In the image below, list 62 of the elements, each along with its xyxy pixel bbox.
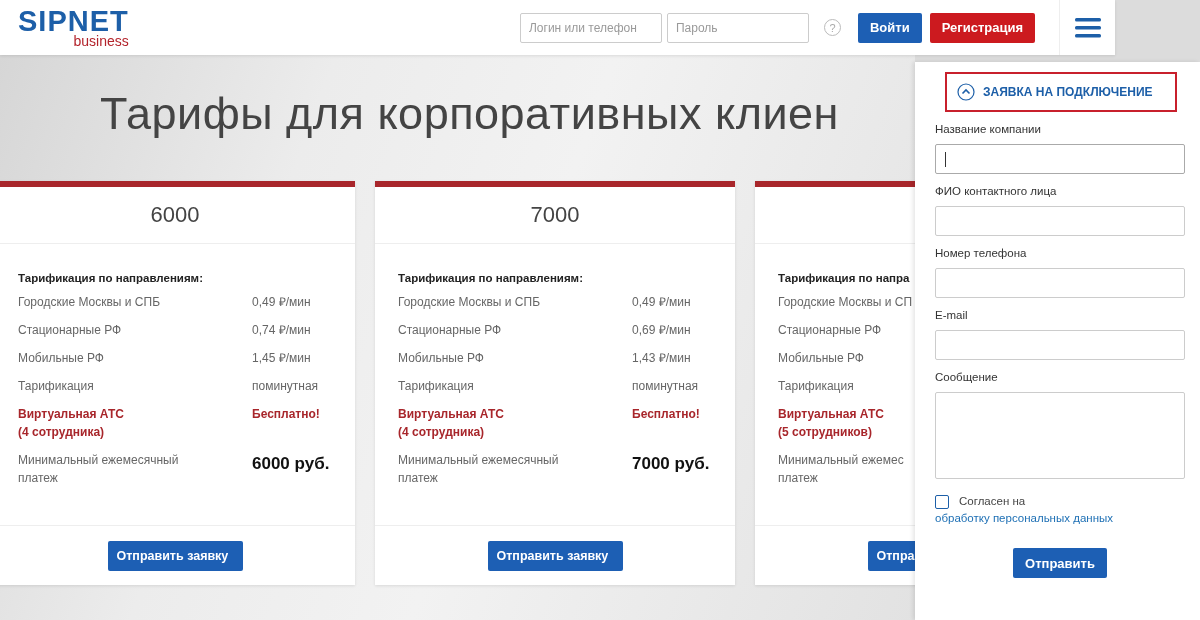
login-field[interactable]: Логин или телефон — [520, 12, 662, 43]
rate-label: Мобильные РФ — [778, 350, 865, 367]
input-field[interactable] — [935, 206, 1185, 236]
submit-button[interactable]: Отправить — [1013, 548, 1107, 578]
input-field[interactable] — [935, 268, 1185, 298]
input-field[interactable] — [935, 330, 1185, 360]
rate-label: Тарификация — [18, 378, 95, 395]
rate-label: Тарификация — [778, 378, 855, 395]
rate-label: Городские Москвы и СП — [778, 294, 914, 311]
rate-label: Тарификация — [398, 378, 475, 395]
rate-value: поминутная — [252, 378, 319, 395]
message-field[interactable] — [935, 392, 1185, 479]
consent-link[interactable]: обработку персональных данных — [935, 508, 1113, 528]
rate-value: 0,49 ₽/мин — [252, 294, 311, 311]
field-label: Сообщение — [935, 371, 999, 383]
login-button[interactable]: Войти — [858, 12, 922, 43]
pbx-label: Виртуальная АТС (5 сотрудников) — [778, 406, 885, 441]
consent-checkbox[interactable] — [935, 495, 949, 509]
register-button[interactable]: Регистрация — [929, 12, 1035, 43]
input-field[interactable] — [935, 144, 1185, 174]
rate-label: Стационарные РФ — [398, 322, 503, 339]
rate-value: 0,74 ₽/мин — [252, 322, 311, 339]
rate-label: Городские Москвы и СПБ — [398, 294, 541, 311]
logo[interactable]: SIPNET business — [18, 7, 129, 48]
request-toggle[interactable]: ЗАЯВКА НА ПОДКЛЮЧЕНИЕ — [945, 72, 1177, 112]
submit-request-button[interactable]: Отправить заявку — [487, 540, 623, 571]
tariff-name: 6000 — [150, 202, 200, 228]
consent-text: Согласен на — [959, 494, 1027, 509]
pbx-label: Виртуальная АТС (4 сотрудника) — [398, 406, 505, 441]
pbx-price: Бесплатно! — [632, 406, 700, 423]
password-field[interactable]: Пароль — [667, 12, 809, 43]
rate-value: 0,69 ₽/мин — [632, 322, 691, 339]
rate-label: Мобильные РФ — [18, 350, 105, 367]
submit-request-button[interactable]: Отправить заявку — [107, 540, 243, 571]
collapse-icon — [957, 83, 975, 101]
payment-label: Минимальный ежемесячный платеж — [398, 452, 560, 487]
section-heading: Тарификация по направлениям: — [398, 272, 583, 284]
menu-icon — [1074, 16, 1101, 39]
payment-label: Минимальный ежемесячный платеж — [18, 452, 180, 487]
rate-label: Стационарные РФ — [18, 322, 123, 339]
pbx-price: Бесплатно! — [252, 406, 320, 423]
rate-label: Мобильные РФ — [398, 350, 485, 367]
rate-value: 0,49 ₽/мин — [632, 294, 691, 311]
rate-label: Стационарные РФ — [778, 322, 883, 339]
payment-amount: 7000 руб. — [632, 453, 710, 475]
field-label: Номер телефона — [935, 247, 1028, 259]
field-label: Название компании — [935, 123, 1042, 135]
payment-amount: 6000 руб. — [252, 453, 330, 475]
rate-value: 1,43 ₽/мин — [632, 350, 691, 367]
submit-request-button[interactable]: Отпра — [867, 540, 915, 571]
payment-label: Минимальный ежемес платеж — [778, 452, 905, 487]
page-title: Тарифы для корпоративных клиен — [100, 87, 839, 141]
pbx-label: Виртуальная АТС (4 сотрудника) — [18, 406, 125, 441]
field-label: E-mail — [935, 309, 969, 321]
tariff-name: 7000 — [530, 202, 580, 228]
field-label: ФИО контактного лица — [935, 185, 1058, 197]
section-heading: Тарификация по напра — [778, 272, 910, 284]
rate-value: 1,45 ₽/мин — [252, 350, 311, 367]
section-heading: Тарификация по направлениям: — [18, 272, 203, 284]
rate-value: поминутная — [632, 378, 699, 395]
rate-label: Городские Москвы и СПБ — [18, 294, 161, 311]
text-cursor — [945, 151, 946, 167]
